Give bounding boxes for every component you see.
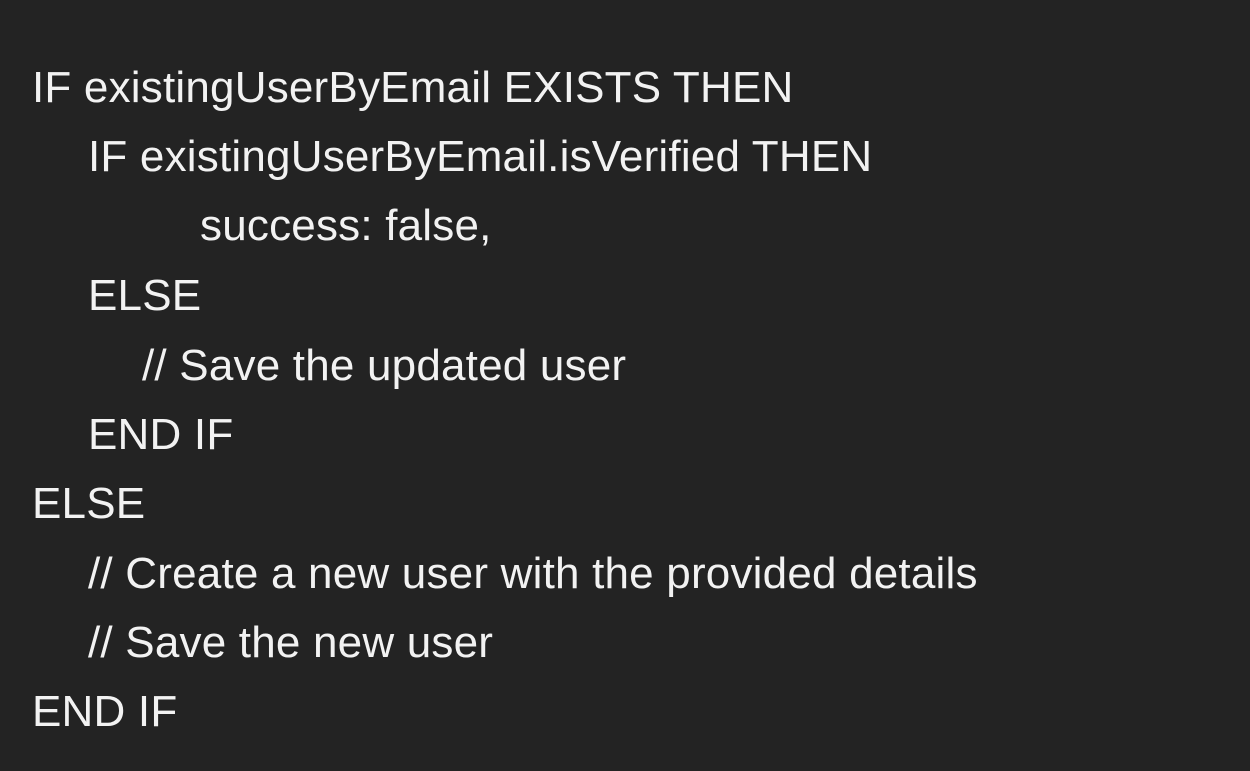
code-line-if-verified: IF existingUserByEmail.isVerified THEN [88,132,873,181]
code-line-if-exists: IF existingUserByEmail EXISTS THEN [32,63,794,112]
code-line-end-if-outer: END IF [32,687,178,736]
pseudocode-panel: IF existingUserByEmail EXISTS THEN IF ex… [0,0,1250,771]
code-line-success-false: success: false, [200,201,492,250]
code-line-end-if-inner: END IF [88,410,234,459]
code-line-else-outer: ELSE [32,479,146,528]
code-line-comment-save-updated: // Save the updated user [142,341,627,390]
code-line-comment-create-user: // Create a new user with the provided d… [88,549,978,598]
code-line-else-inner: ELSE [88,271,202,320]
code-line-comment-save-new: // Save the new user [88,618,494,667]
